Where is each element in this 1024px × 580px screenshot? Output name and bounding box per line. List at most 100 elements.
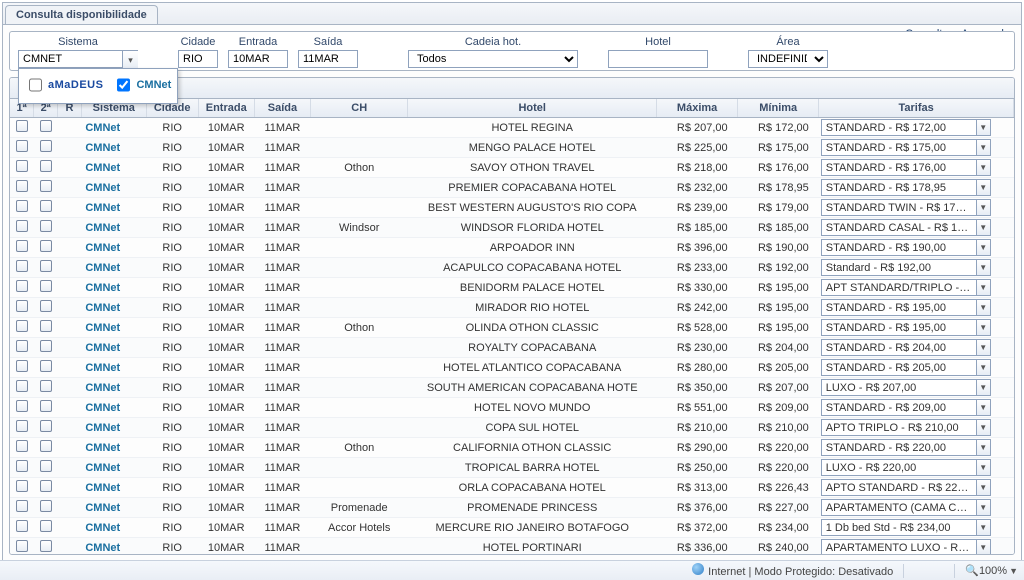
checkbox-1a[interactable] (16, 320, 28, 332)
checkbox-2a[interactable] (40, 320, 52, 332)
checkbox-1a[interactable] (16, 500, 28, 512)
checkbox-1a[interactable] (16, 200, 28, 212)
tarifa-dropdown[interactable]: LUXO - R$ 207,00▼ (821, 379, 991, 396)
checkbox-2a[interactable] (40, 240, 52, 252)
table-row[interactable]: CMNetRIO10MAR11MARACAPULCO COPACABANA HO… (10, 258, 1014, 278)
tarifa-dropdown[interactable]: STANDARD - R$ 205,00▼ (821, 359, 991, 376)
tarifa-dropdown[interactable]: STANDARD - R$ 195,00▼ (821, 319, 991, 336)
tarifa-dropdown[interactable]: STANDARD - R$ 178,95▼ (821, 179, 991, 196)
tarifa-dropdown[interactable]: STANDARD TWIN - R$ 179,00▼ (821, 199, 991, 216)
checkbox-1a[interactable] (16, 280, 28, 292)
input-cidade[interactable] (178, 50, 218, 68)
checkbox-2a[interactable] (40, 520, 52, 532)
checkbox-1a[interactable] (16, 120, 28, 132)
checkbox-2a[interactable] (40, 340, 52, 352)
checkbox-1a[interactable] (16, 460, 28, 472)
checkbox-2a[interactable] (40, 260, 52, 272)
checkbox-2a[interactable] (40, 500, 52, 512)
table-row[interactable]: CMNetRIO10MAR11MARPREMIER COPACABANA HOT… (10, 178, 1014, 198)
checkbox-2a[interactable] (40, 300, 52, 312)
table-row[interactable]: CMNetRIO10MAR11MARHOTEL NOVO MUNDOR$ 551… (10, 398, 1014, 418)
tab-consulta[interactable]: Consulta disponibilidade (5, 5, 158, 24)
checkbox-1a[interactable] (16, 360, 28, 372)
tarifa-dropdown[interactable]: STANDARD - R$ 190,00▼ (821, 239, 991, 256)
checkbox-1a[interactable] (16, 380, 28, 392)
table-row[interactable]: CMNetRIO10MAR11MARHOTEL ATLANTICO COPACA… (10, 358, 1014, 378)
tarifa-dropdown[interactable]: APARTAMENTO (CAMA CASAL) - R$ 227,00▼ (821, 499, 991, 516)
table-row[interactable]: CMNetRIO10MAR11MARSOUTH AMERICAN COPACAB… (10, 378, 1014, 398)
checkbox-2a[interactable] (40, 460, 52, 472)
table-row[interactable]: CMNetRIO10MAR11MARHOTEL PORTINARIR$ 336,… (10, 538, 1014, 555)
col-maxima[interactable]: Máxima (657, 99, 738, 118)
checkbox-2a[interactable] (40, 220, 52, 232)
tarifa-dropdown[interactable]: STANDARD - R$ 220,00▼ (821, 439, 991, 456)
col-tarifas[interactable]: Tarifas (819, 99, 1014, 118)
table-row[interactable]: CMNetRIO10MAR11MARTROPICAL BARRA HOTELR$… (10, 458, 1014, 478)
tarifa-dropdown[interactable]: STANDARD - R$ 209,00▼ (821, 399, 991, 416)
input-sistema[interactable] (18, 50, 138, 68)
checkbox-1a[interactable] (16, 260, 28, 272)
tarifa-dropdown[interactable]: APTO TRIPLO - R$ 210,00▼ (821, 419, 991, 436)
checkbox-1a[interactable] (16, 480, 28, 492)
table-row[interactable]: CMNetRIO10MAR11MARHOTEL REGINAR$ 207,00R… (10, 118, 1014, 138)
table-row[interactable]: CMNetRIO10MAR11MARROYALTY COPACABANAR$ 2… (10, 338, 1014, 358)
tarifa-dropdown[interactable]: APARTAMENTO LUXO - R$ 240,00▼ (821, 539, 991, 554)
zoom-control[interactable]: 🔍100%▼ (965, 564, 1018, 577)
dropdown-toggle-sistema[interactable]: ▾ (122, 51, 138, 69)
table-row[interactable]: CMNetRIO10MAR11MARORLA COPACABANA HOTELR… (10, 478, 1014, 498)
checkbox-1a[interactable] (16, 220, 28, 232)
table-row[interactable]: CMNetRIO10MAR11MARMIRADOR RIO HOTELR$ 24… (10, 298, 1014, 318)
tarifa-dropdown[interactable]: STANDARD - R$ 175,00▼ (821, 139, 991, 156)
checkbox-2a[interactable] (40, 380, 52, 392)
checkbox-1a[interactable] (16, 440, 28, 452)
table-row[interactable]: CMNetRIO10MAR11MARBEST WESTERN AUGUSTO'S… (10, 198, 1014, 218)
input-entrada[interactable] (228, 50, 288, 68)
select-cadeia[interactable]: Todos (408, 50, 578, 68)
table-row[interactable]: CMNetRIO10MAR11MARCOPA SUL HOTELR$ 210,0… (10, 418, 1014, 438)
checkbox-2a[interactable] (40, 440, 52, 452)
checkbox-1a[interactable] (16, 520, 28, 532)
tarifa-dropdown[interactable]: STANDARD - R$ 204,00▼ (821, 339, 991, 356)
checkbox-2a[interactable] (40, 480, 52, 492)
checkbox-1a[interactable] (16, 240, 28, 252)
input-saida[interactable] (298, 50, 358, 68)
checkbox-1a[interactable] (16, 140, 28, 152)
checkbox-1a[interactable] (16, 400, 28, 412)
input-hotel[interactable] (608, 50, 708, 68)
checkbox-1a[interactable] (16, 180, 28, 192)
checkbox-2a[interactable] (40, 360, 52, 372)
checkbox-2a[interactable] (40, 140, 52, 152)
tarifa-dropdown[interactable]: STANDARD - R$ 195,00▼ (821, 299, 991, 316)
checkbox-2a[interactable] (40, 420, 52, 432)
tarifa-dropdown[interactable]: APTO STANDARD - R$ 226,43▼ (821, 479, 991, 496)
table-row[interactable]: CMNetRIO10MAR11MARAccor HotelsMERCURE RI… (10, 518, 1014, 538)
checkbox-2a[interactable] (40, 400, 52, 412)
checkbox-cmnet[interactable]: CMNet (113, 73, 171, 97)
col-hotel[interactable]: Hotel (408, 99, 657, 118)
tarifa-dropdown[interactable]: STANDARD CASAL - R$ 185,00▼ (821, 219, 991, 236)
checkbox-1a[interactable] (16, 300, 28, 312)
checkbox-1a[interactable] (16, 420, 28, 432)
select-area[interactable]: INDEFINID( (748, 50, 828, 68)
tarifa-dropdown[interactable]: STANDARD - R$ 176,00▼ (821, 159, 991, 176)
table-row[interactable]: CMNetRIO10MAR11MARPromenadePROMENADE PRI… (10, 498, 1014, 518)
checkbox-amadeus[interactable]: aMaDEUS (25, 73, 103, 97)
checkbox-2a[interactable] (40, 180, 52, 192)
checkbox-2a[interactable] (40, 280, 52, 292)
checkbox-2a[interactable] (40, 200, 52, 212)
col-minima[interactable]: Mínima (738, 99, 819, 118)
checkbox-1a[interactable] (16, 340, 28, 352)
checkbox-2a[interactable] (40, 160, 52, 172)
results-grid-scroll[interactable]: 1ª 2ª R Sistema Cidade Entrada Saída CH … (10, 99, 1014, 554)
tarifa-dropdown[interactable]: 1 Db bed Std - R$ 234,00▼ (821, 519, 991, 536)
table-row[interactable]: CMNetRIO10MAR11MAROthonCALIFORNIA OTHON … (10, 438, 1014, 458)
table-row[interactable]: CMNetRIO10MAR11MAROthonOLINDA OTHON CLAS… (10, 318, 1014, 338)
col-entrada[interactable]: Entrada (198, 99, 254, 118)
tarifa-dropdown[interactable]: LUXO - R$ 220,00▼ (821, 459, 991, 476)
table-row[interactable]: CMNetRIO10MAR11MARARPOADOR INNR$ 396,00R… (10, 238, 1014, 258)
checkbox-1a[interactable] (16, 540, 28, 552)
col-saida[interactable]: Saída (254, 99, 310, 118)
tarifa-dropdown[interactable]: STANDARD - R$ 172,00▼ (821, 119, 991, 136)
col-ch[interactable]: CH (311, 99, 408, 118)
table-row[interactable]: CMNetRIO10MAR11MARWindsorWINDSOR FLORIDA… (10, 218, 1014, 238)
